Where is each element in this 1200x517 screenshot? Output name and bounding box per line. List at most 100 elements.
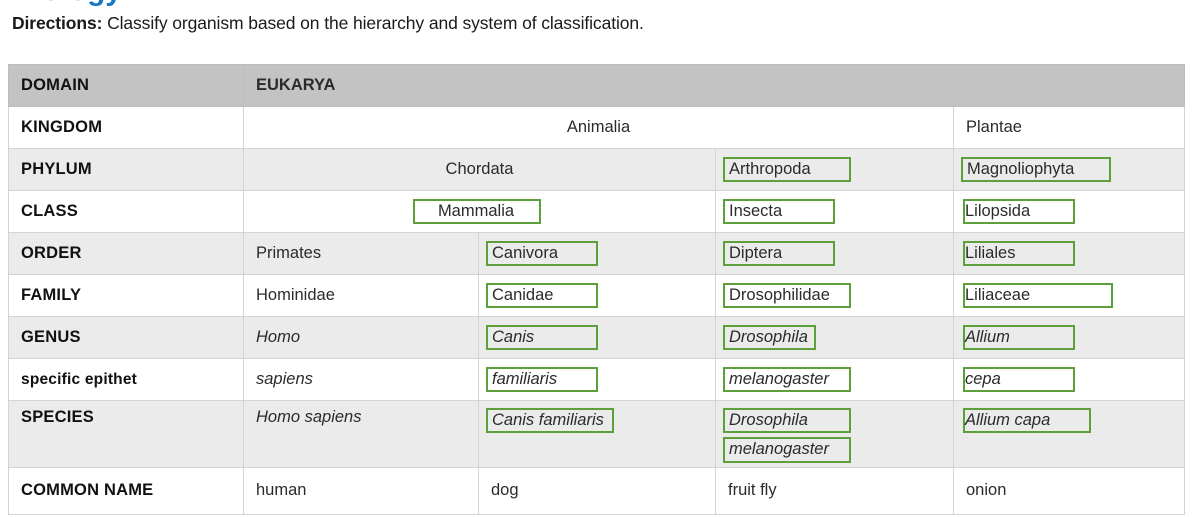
rank-label: CLASS: [21, 202, 78, 220]
taxon-cell: Diptera: [715, 232, 954, 275]
annotation-box[interactable]: Drosophilidae: [723, 282, 851, 309]
annotation-box[interactable]: Drosophila: [723, 324, 816, 351]
rank-label: GENUS: [21, 328, 81, 346]
table-row: ORDER Primates Canivora Diptera Liliales: [8, 232, 1186, 275]
annotation-box[interactable]: Canivora: [486, 240, 598, 267]
table-row: CLASS Mammalia Insecta Lilopsida: [8, 190, 1186, 233]
rank-label: FAMILY: [21, 286, 82, 304]
rank-label-cell: GENUS: [8, 316, 244, 359]
taxon-cell: melanogaster: [715, 358, 954, 401]
taxon-value: Animalia: [566, 118, 631, 136]
taxon-cell: sapiens: [243, 358, 479, 401]
taxon-value: onion: [966, 481, 1007, 500]
annotation-box[interactable]: cepa: [963, 366, 1075, 393]
taxon-value: dog: [491, 481, 519, 500]
rank-label-cell: FAMILY: [8, 274, 244, 317]
taxon-cell: Canidae: [478, 274, 716, 317]
rank-label-cell: DOMAIN: [8, 64, 244, 107]
rank-label: specific epithet: [21, 371, 138, 388]
taxon-value: Primates: [256, 244, 322, 262]
annotation-box[interactable]: Lilopsida: [963, 198, 1075, 225]
annotation-box[interactable]: Mammalia: [413, 198, 541, 225]
rank-label: PHYLUM: [21, 160, 92, 178]
rank-label: DOMAIN: [21, 76, 90, 94]
annotation-box[interactable]: melanogaster: [723, 437, 851, 463]
taxon-cell: human: [243, 466, 479, 515]
taxon-cell: Mammalia: [243, 190, 716, 233]
table-row: KINGDOM Animalia Plantae: [8, 106, 1186, 149]
taxon-value: Homo sapiens: [256, 408, 362, 426]
annotation-box[interactable]: Diptera: [723, 240, 835, 267]
table-row: SPECIES Homo sapiens Canis familiaris Droso…: [8, 400, 1186, 468]
annotation-box[interactable]: Magnoliophyta: [961, 156, 1111, 183]
taxon-cell: Homo: [243, 316, 479, 359]
taxon-cell: Arthropoda: [715, 148, 954, 191]
taxon-cell: Canis: [478, 316, 716, 359]
annotation-box[interactable]: Insecta: [723, 198, 835, 225]
annotation-box[interactable]: Drosophila: [723, 408, 851, 434]
taxon-cell: Magnoliophyta: [952, 148, 1186, 191]
taxon-value: fruit fly: [728, 481, 777, 500]
annotation-box[interactable]: Canidae: [486, 282, 598, 309]
rank-label-cell: KINGDOM: [8, 106, 244, 149]
annotation-box[interactable]: Allium: [963, 324, 1075, 351]
rank-label-cell: specific epithet: [8, 358, 244, 401]
annotation-box[interactable]: familiaris: [486, 366, 598, 393]
taxon-cell: Plantae: [952, 106, 1186, 149]
annotation-box[interactable]: Arthropoda: [723, 156, 851, 183]
table-row: DOMAIN EUKARYA: [8, 64, 1186, 107]
taxon-cell: Homo sapiens: [243, 400, 479, 468]
taxon-cell: dog: [478, 466, 716, 515]
taxon-cell: Allium capa: [952, 400, 1186, 468]
table-row: GENUS Homo Canis Drosophila Allium: [8, 316, 1186, 359]
taxon-cell: Drosophila melanogaster: [715, 400, 954, 468]
taxon-value: Hominidae: [256, 286, 335, 304]
rank-label-cell: PHYLUM: [8, 148, 244, 191]
rank-label: ORDER: [21, 244, 82, 262]
annotation-box[interactable]: melanogaster: [723, 366, 851, 393]
page-title-fragment: Biology: [0, 0, 1200, 9]
rank-label: COMMON NAME: [21, 481, 154, 500]
annotation-box[interactable]: Allium capa: [963, 408, 1091, 434]
taxon-cell: Allium: [952, 316, 1186, 359]
taxon-cell: Canis familiaris: [478, 400, 716, 468]
taxon-cell: Hominidae: [243, 274, 479, 317]
taxon-cell: Drosophila: [715, 316, 954, 359]
table-row: COMMON NAME human dog fruit fly onion: [8, 466, 1186, 515]
taxon-value: Homo: [256, 328, 301, 346]
table-row: PHYLUM Chordata Arthropoda Magnoliophyta: [8, 148, 1186, 191]
rank-label-cell: SPECIES: [8, 400, 244, 468]
directions-line: Directions: Classify organism based on t…: [12, 13, 644, 34]
annotation-box[interactable]: Liliales: [963, 240, 1075, 267]
taxon-cell: Drosophilidae: [715, 274, 954, 317]
taxon-cell: Primates: [243, 232, 479, 275]
page-title-text: Biology: [12, 0, 122, 8]
table-row: specific epithet sapiens familiaris melanog…: [8, 358, 1186, 401]
taxon-cell: Insecta: [715, 190, 954, 233]
rank-label-cell: CLASS: [8, 190, 244, 233]
taxon-value: EUKARYA: [256, 76, 336, 94]
rank-label-cell: ORDER: [8, 232, 244, 275]
directions-text: Classify organism based on the hierarchy…: [102, 13, 644, 33]
taxon-cell: cepa: [952, 358, 1186, 401]
taxon-cell: onion: [952, 466, 1186, 515]
table-row: FAMILY Hominidae Canidae Drosophilidae Lilia…: [8, 274, 1186, 317]
taxon-cell: Chordata: [243, 148, 716, 191]
taxon-value: sapiens: [256, 370, 313, 388]
annotation-box[interactable]: Liliaceae: [963, 282, 1113, 309]
taxon-cell: EUKARYA: [242, 64, 1186, 107]
taxon-cell: Canivora: [478, 232, 716, 275]
taxon-value: human: [256, 481, 307, 500]
rank-label: KINGDOM: [21, 118, 103, 136]
classification-table: DOMAIN EUKARYA KINGDOM Animalia Plantae PHYLU…: [8, 64, 1186, 515]
worksheet-page: Biology Directions: Classify organism ba…: [0, 0, 1200, 517]
taxon-cell: fruit fly: [715, 466, 954, 515]
taxon-value: Plantae: [966, 118, 1022, 136]
taxon-cell: Lilopsida: [952, 190, 1186, 233]
stacked-annotation-group: Drosophila melanogaster: [723, 408, 941, 463]
taxon-cell: Liliales: [952, 232, 1186, 275]
taxon-value: Chordata: [445, 160, 514, 178]
annotation-box[interactable]: Canis familiaris: [486, 408, 614, 434]
taxon-cell: Liliaceae: [952, 274, 1186, 317]
annotation-box[interactable]: Canis: [486, 324, 598, 351]
